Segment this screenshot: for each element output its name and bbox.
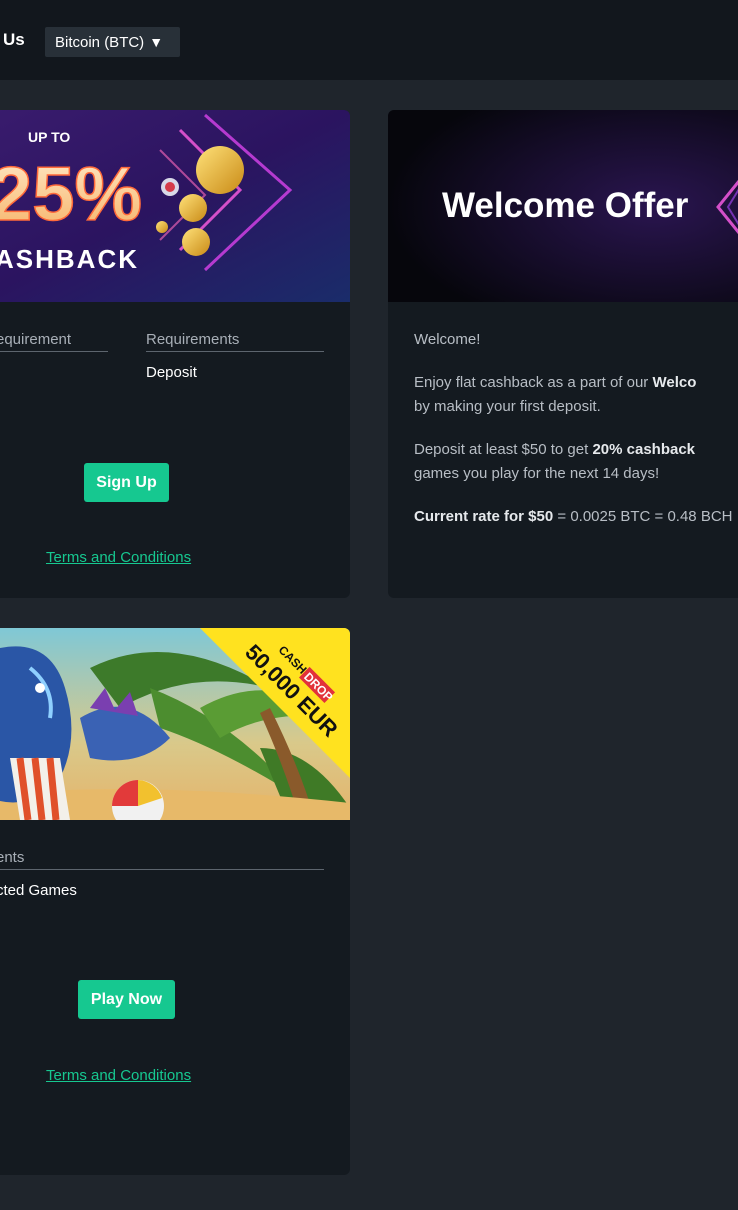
- welcome-paragraph-2: Deposit at least $50 to get 20% cashback…: [414, 438, 738, 486]
- welcome-line3-bold: 20% cashback: [592, 441, 696, 458]
- banner-up-to: UP TO: [28, 129, 70, 145]
- cashdrop-promo-card: CASH DROP 50,000 EUR ents cted Games Pla…: [0, 628, 350, 1175]
- requirements-value: cted Games: [0, 882, 77, 899]
- cashback-banner-art: UP TO 25% ASHBACK: [0, 110, 350, 302]
- cashback-banner: UP TO 25% ASHBACK: [0, 110, 350, 302]
- requirement-header: equirement: [0, 331, 108, 352]
- currency-label: Bitcoin (BTC): [55, 33, 145, 51]
- cashback-promo-card: UP TO 25% ASHBACK equirement Requirement…: [0, 110, 350, 598]
- welcome-rate-label: Current rate for $50: [414, 508, 554, 525]
- welcome-line3-text: Deposit at least $50 to get: [414, 441, 593, 458]
- nav-item-contact-us[interactable]: Us: [3, 30, 25, 50]
- requirements-header: ents: [0, 849, 324, 870]
- requirements-column: ents cted Games: [0, 849, 324, 899]
- welcome-line2-text: by making your first deposit.: [414, 398, 601, 415]
- play-now-button[interactable]: Play Now: [78, 980, 175, 1019]
- cashdrop-banner: CASH DROP 50,000 EUR: [0, 628, 350, 820]
- top-bar: Us Bitcoin (BTC) ▼: [0, 0, 738, 80]
- requirements-value: Deposit: [146, 364, 197, 381]
- banner-cashback-word: ASHBACK: [0, 244, 139, 274]
- currency-selector[interactable]: Bitcoin (BTC) ▼: [45, 27, 180, 57]
- cashdrop-banner-art: CASH DROP 50,000 EUR: [0, 628, 350, 820]
- welcome-paragraph-1: Enjoy flat cashback as a part of our Wel…: [414, 371, 738, 419]
- welcome-greeting: Welcome!: [414, 331, 481, 348]
- welcome-rate: Current rate for $50 = 0.0025 BTC = 0.48…: [414, 505, 738, 529]
- welcome-line1-text: Enjoy flat cashback as a part of our: [414, 374, 653, 391]
- welcome-offer-description: Welcome! Enjoy flat cashback as a part o…: [414, 328, 738, 548]
- welcome-line4-text: games you play for the next 14 days!: [414, 465, 660, 482]
- welcome-rate-value: = 0.0025 BTC = 0.48 BCH: [553, 508, 733, 525]
- welcome-offer-card: Welcome Offer Welcome! Enjoy flat cashba…: [388, 110, 738, 598]
- banner-percent: 25%: [0, 152, 142, 237]
- dropdown-arrow-icon: ▼: [149, 34, 164, 50]
- sign-up-button[interactable]: Sign Up: [84, 463, 169, 502]
- terms-and-conditions-link[interactable]: Terms and Conditions: [46, 549, 191, 566]
- welcome-line1-bold: Welco: [652, 374, 697, 391]
- requirement-column: equirement: [0, 331, 108, 364]
- requirements-column: Requirements Deposit: [146, 331, 324, 381]
- requirements-header: Requirements: [146, 331, 324, 352]
- welcome-offer-title: Welcome Offer: [442, 186, 689, 225]
- terms-and-conditions-link[interactable]: Terms and Conditions: [46, 1067, 191, 1084]
